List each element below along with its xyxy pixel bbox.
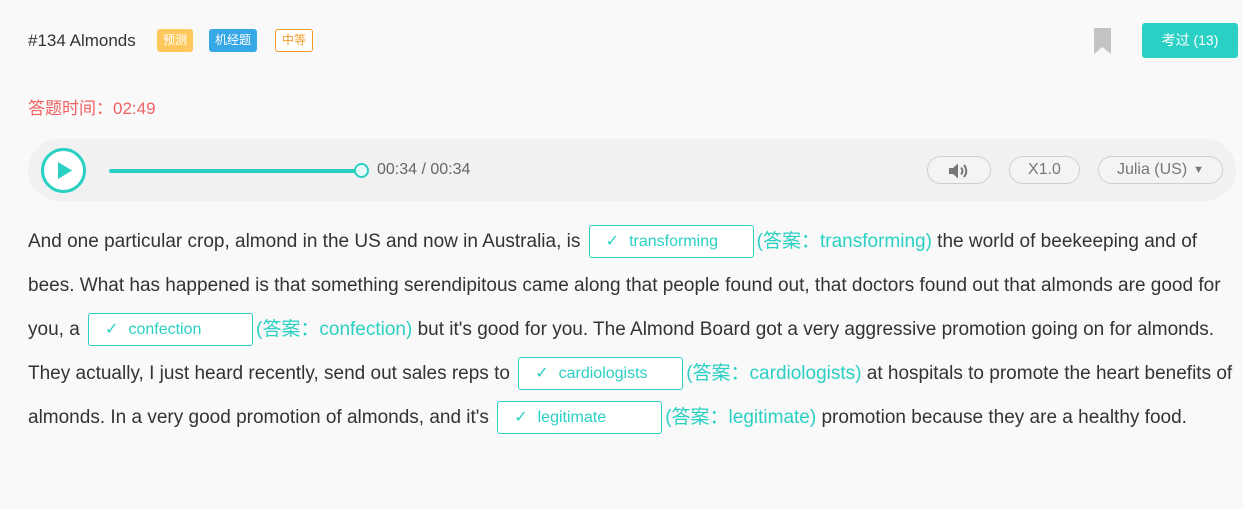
correct-answer: (答案：confection) bbox=[256, 319, 413, 340]
check-icon: ✓ bbox=[514, 409, 528, 427]
input-value: cardiologists bbox=[558, 365, 648, 383]
passed-count-button[interactable]: 考过 (13) bbox=[1142, 23, 1238, 58]
progress-handle[interactable] bbox=[354, 163, 369, 178]
bookmark-icon[interactable] bbox=[1094, 28, 1111, 54]
answer-input[interactable]: ✓ confection bbox=[88, 313, 254, 347]
audio-player: 00:34 / 00:34 X1.0 Julia (US) ▼ bbox=[28, 139, 1236, 201]
check-icon: ✓ bbox=[535, 365, 549, 383]
answer-input[interactable]: ✓ transforming bbox=[588, 225, 754, 259]
volume-icon bbox=[949, 163, 968, 179]
correct-answer: (答案：cardiologists) bbox=[686, 363, 862, 384]
answer-timer: 答题时间：02:49 bbox=[28, 99, 156, 118]
voice-selector[interactable]: Julia (US) ▼ bbox=[1098, 156, 1223, 184]
question-title: #134 Almonds bbox=[28, 31, 136, 50]
caret-down-icon: ▼ bbox=[1193, 164, 1205, 176]
answer-input[interactable]: ✓ legitimate bbox=[497, 401, 663, 435]
check-icon: ✓ bbox=[105, 321, 119, 339]
tag-jijing: 机经题 bbox=[209, 29, 258, 52]
passage-segment: And one particular crop, almond in the U… bbox=[28, 231, 586, 252]
header: #134 Almonds 预测 机经题 中等 考过 (13) bbox=[28, 23, 1238, 60]
answer-input[interactable]: ✓ cardiologists bbox=[518, 357, 684, 391]
play-button[interactable] bbox=[41, 148, 86, 193]
voice-label: Julia (US) bbox=[1116, 161, 1188, 178]
correct-answer: (答案：legitimate) bbox=[665, 407, 817, 428]
tag-predict: 预测 bbox=[157, 29, 194, 52]
passage-text: And one particular crop, almond in the U… bbox=[28, 220, 1236, 440]
correct-answer: (答案：transforming) bbox=[756, 231, 932, 252]
play-icon bbox=[58, 162, 72, 179]
progress-bar[interactable] bbox=[109, 169, 361, 173]
check-icon: ✓ bbox=[605, 233, 620, 251]
volume-button[interactable] bbox=[927, 156, 991, 184]
speed-selector[interactable]: X1.0 bbox=[1009, 156, 1080, 184]
input-value: confection bbox=[128, 321, 202, 339]
time-display: 00:34 / 00:34 bbox=[377, 161, 471, 178]
input-value: transforming bbox=[629, 233, 718, 251]
input-value: legitimate bbox=[537, 409, 607, 427]
tag-difficulty: 中等 bbox=[275, 29, 314, 52]
passage-segment: promotion because they are a healthy foo… bbox=[816, 407, 1187, 428]
